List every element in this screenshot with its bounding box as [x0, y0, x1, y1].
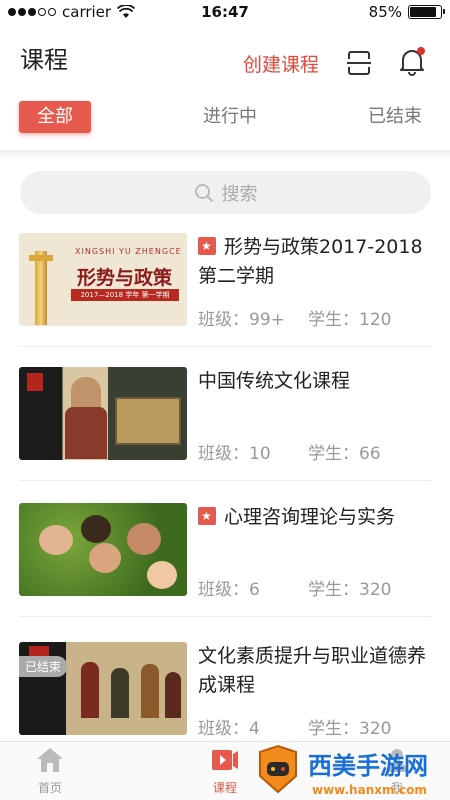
- divider: [19, 480, 431, 481]
- watermark-text: 西美手游网: [308, 752, 428, 780]
- thumb-term: 2017—2018 学年 第一学期: [71, 289, 179, 301]
- thumb-title: 形势与政策: [77, 267, 173, 289]
- class-count: 10: [249, 444, 271, 464]
- course-thumbnail: XINGSHI YU ZHENGCE 形势与政策 2017—2018 学年 第一…: [19, 233, 187, 326]
- course-name: 文化素质提升与职业道德养成课程: [198, 645, 427, 696]
- course-stats: 班级：6 学生：320: [198, 580, 392, 600]
- course-name: 心理咨询理论与实务: [198, 502, 438, 532]
- course-icon: [212, 750, 238, 770]
- page-title: 课程: [20, 46, 68, 74]
- tab-all[interactable]: 全部: [19, 101, 91, 133]
- ended-badge: 已结束: [19, 656, 68, 677]
- course-stats: 班级：99+ 学生：120: [198, 310, 392, 330]
- class-count: 6: [249, 580, 260, 600]
- home-icon: [37, 748, 63, 772]
- course-item[interactable]: XINGSHI YU ZHENGCE 形势与政策 2017—2018 学年 第一…: [0, 232, 450, 369]
- thumb-pinyin: XINGSHI YU ZHENGCE: [75, 247, 182, 256]
- course-thumbnail: [19, 367, 187, 460]
- create-course-button[interactable]: 创建课程: [243, 50, 319, 77]
- divider: [19, 616, 431, 617]
- scan-icon[interactable]: [346, 50, 372, 76]
- tab-ended[interactable]: 已结束: [360, 101, 430, 133]
- course-name: 中国传统文化课程: [198, 370, 351, 392]
- student-count: 320: [359, 580, 392, 600]
- course-name: 形势与政策2017-2018第二学期: [198, 232, 438, 291]
- battery-icon: [408, 5, 445, 19]
- search-input[interactable]: 搜索: [20, 171, 431, 214]
- course-stats: 班级：4 学生：320: [198, 719, 392, 739]
- course-stats: 班级：10 学生：66: [198, 444, 381, 464]
- filter-tabs: 全部 进行中 已结束: [0, 96, 450, 152]
- course-item[interactable]: 心理咨询理论与实务 班级：6 学生：320: [0, 502, 450, 639]
- search-placeholder: 搜索: [221, 183, 258, 205]
- student-count: 320: [359, 719, 392, 739]
- tabs-divider: [0, 150, 450, 160]
- star-badge-icon: [198, 502, 216, 531]
- tabbar-home[interactable]: 首页: [18, 746, 82, 796]
- student-count: 66: [359, 444, 381, 464]
- class-count: 99+: [249, 310, 285, 330]
- divider: [19, 346, 431, 347]
- watermark-url: www.hanxm.com: [312, 783, 427, 797]
- course-thumbnail: 已结束: [19, 642, 187, 735]
- search-icon: [194, 183, 213, 202]
- tabbar-course[interactable]: 课程: [193, 746, 257, 796]
- course-item[interactable]: 中国传统文化课程 班级：10 学生：66: [0, 367, 450, 503]
- battery-percent: 85%: [368, 3, 402, 21]
- notification-bell-icon[interactable]: [398, 46, 426, 76]
- student-count: 120: [359, 310, 392, 330]
- tab-in-progress[interactable]: 进行中: [190, 101, 270, 133]
- course-thumbnail: [19, 503, 187, 596]
- class-count: 4: [249, 719, 260, 739]
- star-badge-icon: [198, 232, 216, 261]
- watermark-logo: 西美手游网 www.hanxm.com: [259, 744, 428, 797]
- nav-header: 课程 创建课程: [0, 24, 450, 94]
- status-bar: carrier 16:47 85%: [0, 0, 450, 24]
